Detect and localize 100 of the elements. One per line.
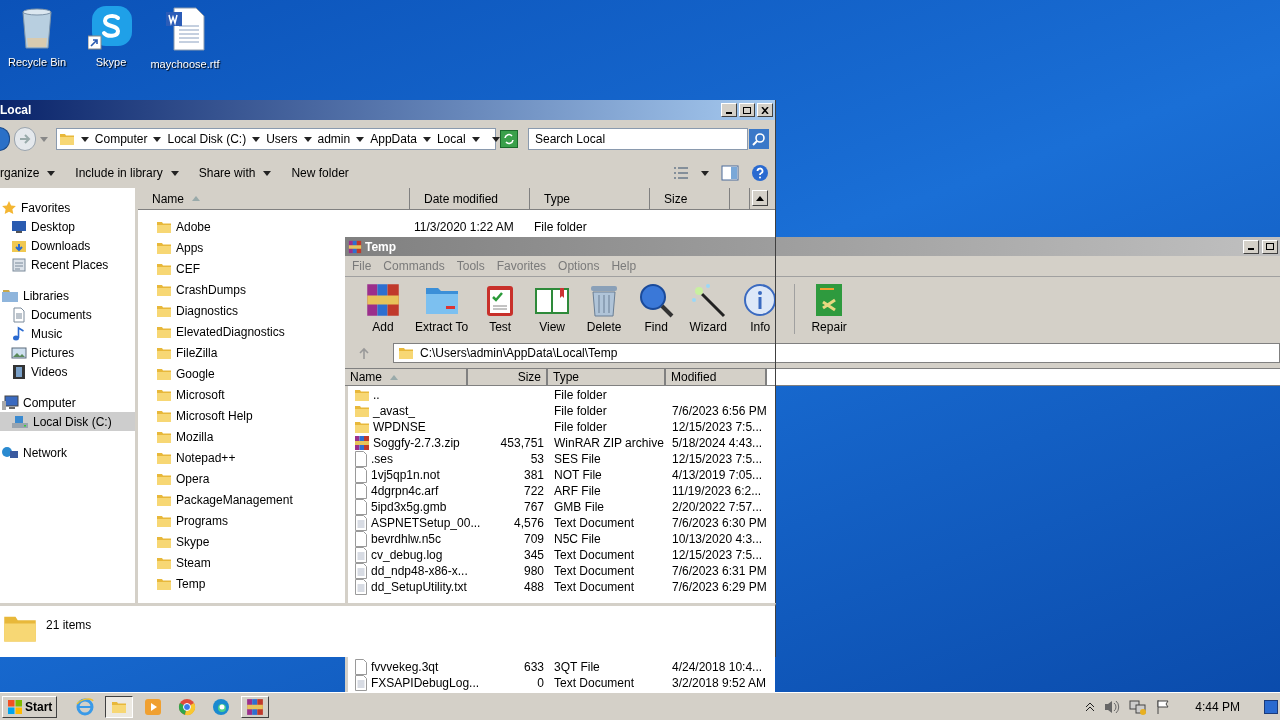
app-icon — [348, 239, 362, 254]
recent-places-icon — [11, 256, 27, 273]
network-icon[interactable] — [1129, 698, 1148, 715]
nav-item[interactable]: Desktop — [0, 217, 135, 236]
speaker-icon[interactable] — [1103, 698, 1122, 715]
folder-name[interactable]: PackageManagement — [176, 490, 293, 509]
nav-item[interactable]: Downloads — [0, 236, 135, 255]
folder-name[interactable]: Notepad++ — [176, 448, 236, 467]
command-button[interactable]: rganize — [0, 164, 56, 182]
breadcrumb-item[interactable]: Computer — [94, 130, 148, 148]
folder-name[interactable]: Programs — [176, 511, 228, 530]
arrow-up-icon — [359, 347, 369, 359]
back-button[interactable] — [0, 127, 10, 151]
file-name: dd_SetupUtility.txt — [371, 579, 467, 596]
folder-name[interactable]: Adobe — [176, 217, 211, 236]
toolbar-button[interactable]: View — [526, 281, 579, 336]
column-header[interactable]: Type — [548, 369, 666, 385]
folder-name[interactable]: Temp — [176, 574, 206, 593]
refresh-button[interactable] — [499, 130, 518, 148]
nav-item[interactable]: Favorites — [0, 198, 135, 217]
breadcrumb-item[interactable]: Local Disk (C:) — [167, 130, 247, 148]
command-button[interactable]: Include in library — [75, 164, 179, 182]
nav-item[interactable]: Local Disk (C:) — [0, 412, 135, 431]
start-button[interactable]: Start — [2, 695, 58, 718]
search-button[interactable] — [749, 129, 769, 149]
column-header[interactable]: Size — [468, 369, 548, 385]
modified-date: 4/13/2019 7:05... — [672, 468, 763, 482]
breadcrumb-item[interactable]: Users — [266, 130, 298, 148]
desktop-shortcut[interactable]: maychoose.rtf — [148, 6, 222, 73]
maximize-button[interactable] — [1262, 239, 1278, 254]
file-type: Text Document — [554, 676, 635, 690]
nav-item[interactable]: Music — [0, 324, 135, 343]
flag-icon[interactable] — [1155, 698, 1172, 715]
nav-item[interactable]: Pictures — [0, 343, 135, 362]
folder-icon — [156, 576, 172, 591]
chevron-up-icon[interactable] — [1085, 700, 1096, 713]
breadcrumb-item[interactable]: admin — [317, 130, 351, 148]
toolbar-button[interactable]: Test — [474, 281, 527, 336]
network-icon — [1, 444, 19, 461]
folder-name[interactable]: Skype — [176, 532, 210, 551]
desktop-shortcut[interactable]: Recycle Bin — [0, 6, 74, 73]
column-header[interactable]: Name — [345, 369, 468, 385]
toolbar-button[interactable]: Find — [630, 281, 683, 336]
nav-item[interactable]: Libraries — [0, 286, 135, 305]
column-header[interactable]: Modified — [666, 369, 767, 385]
folder-name[interactable]: Microsoft Help — [176, 406, 253, 425]
file-name: dd_ndp48-x86-x... — [371, 563, 468, 580]
folder-icon — [156, 366, 172, 381]
arrow-right-icon — [18, 134, 31, 144]
nav-item[interactable]: Videos — [0, 362, 135, 381]
search-field[interactable]: Search Local — [528, 128, 748, 150]
toolbar-button[interactable]: Extract To — [409, 281, 475, 336]
minimize-button[interactable] — [721, 103, 737, 117]
breadcrumb-item[interactable]: Local — [436, 130, 466, 148]
chrome-icon — [178, 697, 197, 716]
show-desktop-button[interactable] — [1264, 699, 1278, 714]
path-field[interactable]: C:\Users\admin\AppData\Local\Temp — [393, 343, 1280, 363]
nav-item[interactable]: Recent Places — [0, 255, 135, 274]
file-icon — [354, 531, 368, 547]
command-button[interactable]: Share with — [198, 164, 272, 182]
column-header[interactable]: Type — [530, 188, 650, 209]
toolbar-button[interactable]: Wizard — [682, 281, 735, 336]
minimize-button[interactable] — [1243, 239, 1259, 254]
folder-name[interactable]: Opera — [176, 469, 210, 488]
folder-name[interactable]: Apps — [176, 238, 204, 257]
file-type: File folder — [554, 388, 607, 402]
folder-name[interactable]: CEF — [176, 259, 200, 278]
file-size: 488 — [523, 579, 544, 596]
taskbar-app-button[interactable] — [105, 695, 134, 718]
nav-item[interactable]: Documents — [0, 305, 135, 324]
folder-name[interactable]: Diagnostics — [176, 301, 239, 320]
clock[interactable]: 4:44 PM — [1195, 697, 1240, 716]
column-header[interactable]: Date modified — [410, 188, 530, 209]
preview-pane-icon[interactable] — [721, 165, 739, 181]
command-button[interactable]: New folder — [291, 164, 349, 182]
toolbar-button[interactable]: Info — [734, 281, 787, 336]
scrollbar[interactable] — [752, 190, 768, 206]
close-button[interactable] — [757, 103, 773, 117]
help-icon[interactable] — [751, 164, 769, 182]
refresh-icon — [502, 133, 515, 145]
nav-item[interactable]: Network — [0, 443, 135, 462]
folder-name[interactable]: Google — [176, 364, 215, 383]
folder-name[interactable]: Mozilla — [176, 427, 214, 446]
folder-icon — [156, 534, 172, 549]
toolbar-button[interactable]: Add — [357, 281, 409, 336]
toolbar-button[interactable]: Delete — [578, 281, 631, 336]
column-header[interactable]: Size — [650, 188, 730, 209]
folder-name[interactable]: FileZilla — [176, 343, 218, 362]
breadcrumb-item[interactable]: AppData — [370, 130, 417, 148]
dropdown-caret-icon — [491, 136, 500, 142]
desktop-shortcut[interactable]: Skype — [74, 6, 148, 73]
nav-item[interactable]: Computer — [0, 393, 135, 412]
toolbar-button[interactable]: Repair — [803, 281, 856, 336]
folder-name[interactable]: CrashDumps — [176, 280, 247, 299]
maximize-button[interactable] — [739, 103, 755, 117]
folder-name[interactable]: ElevatedDiagnostics — [176, 322, 285, 341]
column-header[interactable]: Name — [138, 188, 410, 209]
archive-icon — [354, 435, 370, 451]
folder-name[interactable]: Microsoft — [176, 385, 225, 404]
folder-name[interactable]: Steam — [176, 553, 211, 572]
